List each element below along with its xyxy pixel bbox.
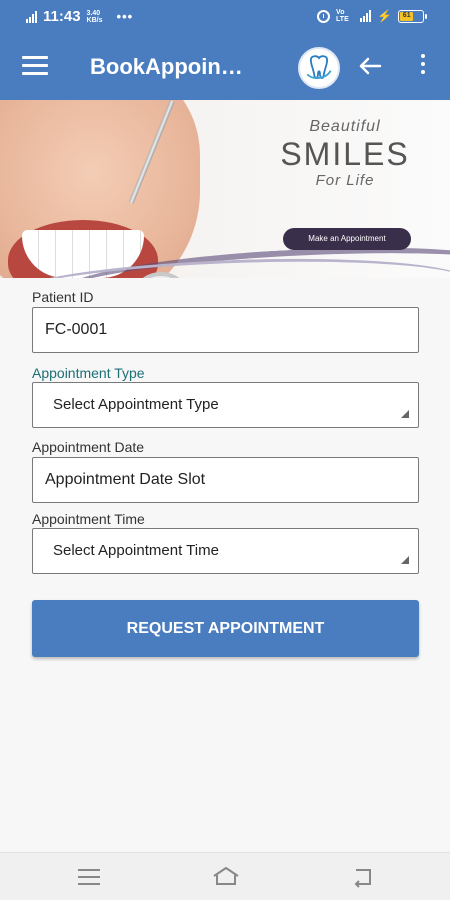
app-bar: BookAppoin… bbox=[0, 34, 450, 100]
home-icon[interactable] bbox=[211, 865, 241, 887]
patient-id-value: FC-0001 bbox=[45, 321, 108, 338]
more-vert-icon[interactable] bbox=[414, 54, 432, 80]
appointment-type-label: Appointment Type bbox=[32, 365, 145, 381]
appointment-time-select[interactable]: Select Appointment Time bbox=[32, 528, 419, 574]
patient-id-label: Patient ID bbox=[32, 289, 94, 305]
volte-indicator: Vo LTE bbox=[336, 9, 349, 23]
dental-logo-icon bbox=[298, 47, 340, 89]
appointment-date-label: Appointment Date bbox=[32, 439, 145, 455]
recents-icon[interactable] bbox=[78, 869, 100, 885]
appointment-date-field[interactable]: Appointment Date Slot bbox=[32, 457, 419, 503]
status-right: Vo LTE ⚡ 61 bbox=[317, 9, 427, 23]
make-appointment-banner-button[interactable]: Make an Appointment bbox=[283, 228, 411, 250]
back-arrow-icon[interactable] bbox=[356, 52, 386, 82]
appointment-date-value: Appointment Date Slot bbox=[45, 471, 206, 488]
battery-icon: 61 bbox=[398, 9, 427, 23]
appointment-time-selected: Select Appointment Time bbox=[53, 542, 219, 559]
appointment-type-selected: Select Appointment Type bbox=[53, 396, 219, 413]
hamburger-menu-icon[interactable] bbox=[22, 56, 48, 76]
notification-dots-icon: ••• bbox=[116, 9, 134, 24]
status-time: 11:43 bbox=[43, 8, 81, 25]
banner-tagline: Beautiful SMILES For Life bbox=[270, 118, 420, 189]
signal-icon bbox=[26, 10, 37, 23]
tagline-line2: SMILES bbox=[280, 136, 410, 172]
system-nav-bar bbox=[0, 852, 450, 900]
dropdown-caret-icon bbox=[401, 410, 409, 418]
status-bar: 11:43 3.40 KB/s ••• Vo LTE ⚡ 61 bbox=[0, 0, 450, 34]
nav-back-icon[interactable] bbox=[350, 866, 376, 888]
tagline-line1: Beautiful bbox=[309, 118, 381, 135]
request-appointment-button[interactable]: REQUEST APPOINTMENT bbox=[32, 600, 419, 657]
patient-id-field[interactable]: FC-0001 bbox=[32, 307, 419, 353]
promo-banner: Beautiful SMILES For Life Make an Appoin… bbox=[0, 100, 450, 278]
alarm-icon bbox=[317, 9, 331, 23]
cell-signal-icon bbox=[360, 10, 372, 22]
network-speed: 3.40 KB/s bbox=[86, 9, 103, 24]
tagline-line3: For Life bbox=[315, 172, 375, 189]
battery-level: 61 bbox=[400, 11, 414, 21]
status-left: 11:43 3.40 KB/s ••• bbox=[26, 8, 133, 25]
appointment-time-label: Appointment Time bbox=[32, 511, 145, 527]
app-title: BookAppoin… bbox=[90, 54, 243, 79]
appointment-type-select[interactable]: Select Appointment Type bbox=[32, 382, 419, 428]
charging-icon: ⚡ bbox=[377, 9, 392, 23]
dropdown-caret-icon bbox=[401, 556, 409, 564]
